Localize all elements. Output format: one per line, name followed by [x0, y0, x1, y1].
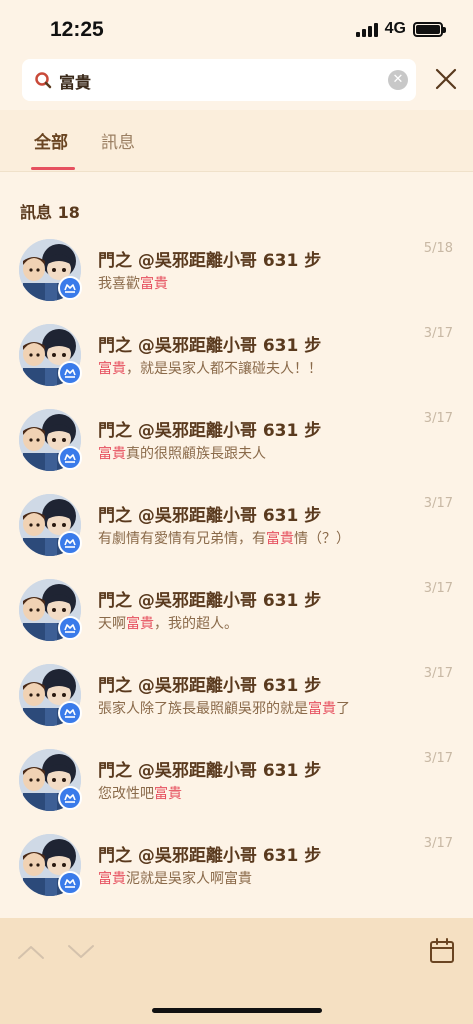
chevron-up-icon[interactable]	[16, 942, 46, 962]
badge-icon	[58, 786, 82, 810]
item-date: 5/18	[423, 241, 453, 256]
item-title: 門之 @吳邪距離小哥 631 步	[98, 761, 322, 781]
list-item[interactable]: 門之 @吳邪距離小哥 631 步 3/17 天啊富貴，我的超人。	[0, 568, 473, 653]
item-title: 門之 @吳邪距離小哥 631 步	[98, 676, 322, 696]
list-item[interactable]: 門之 @吳邪距離小哥 631 步 3/17 富貴，就是吳家人都不讓碰夫人！！	[0, 313, 473, 398]
item-date: 3/17	[423, 666, 453, 681]
item-title: 門之 @吳邪距離小哥 631 步	[98, 846, 322, 866]
item-title: 門之 @吳邪距離小哥 631 步	[98, 591, 322, 611]
snippet-highlight: 富貴	[98, 446, 126, 462]
item-snippet: 富貴泥就是吳家人啊富貴	[98, 868, 252, 888]
snippet-pre: 天啊	[98, 616, 126, 632]
snippet-highlight: 富貴	[98, 361, 126, 377]
status-time: 12:25	[50, 18, 104, 41]
badge-icon	[58, 531, 82, 555]
list-item[interactable]: 門之 @吳邪距離小哥 631 步 3/17 有劇情有愛情有兄弟情，有富貴情（？）	[0, 483, 473, 568]
item-date: 3/17	[423, 411, 453, 426]
battery-icon	[413, 21, 446, 37]
snippet-post: 真的很照顧族長跟夫人	[126, 446, 266, 462]
list-item[interactable]: 門之 @吳邪距離小哥 631 步 3/17 富貴泥就是吳家人啊富貴	[0, 823, 473, 908]
search-input[interactable]: 富貴 ✕	[22, 59, 416, 101]
tab-all[interactable]: 全部	[34, 128, 68, 153]
badge-icon	[58, 871, 82, 895]
snippet-post: 泥就是吳家人啊富貴	[126, 871, 252, 887]
snippet-pre: 您改性吧	[98, 786, 154, 802]
bottom-bar	[0, 918, 473, 1024]
item-title: 門之 @吳邪距離小哥 631 步	[98, 421, 322, 441]
calendar-icon[interactable]	[429, 938, 455, 964]
search-icon	[35, 72, 52, 89]
home-indicator	[152, 1008, 322, 1013]
snippet-post: ，就是吳家人都不讓碰夫人！！	[126, 361, 322, 377]
signal-icon	[355, 21, 378, 37]
badge-icon	[58, 446, 82, 470]
item-title: 門之 @吳邪距離小哥 631 步	[98, 506, 322, 526]
item-date: 3/17	[423, 496, 453, 511]
badge-icon	[58, 276, 82, 300]
snippet-pre: 有劇情有愛情有兄弟情，有	[98, 531, 266, 547]
item-title: 門之 @吳邪距離小哥 631 步	[98, 251, 322, 271]
badge-icon	[58, 616, 82, 640]
message-list: 門之 @吳邪距離小哥 631 步 5/18 我喜歡富貴 門之 @吳邪距離小哥 6…	[0, 228, 473, 908]
section-title: 訊息 18	[20, 203, 80, 222]
item-snippet: 您改性吧富貴	[98, 783, 182, 803]
item-snippet: 有劇情有愛情有兄弟情，有富貴情（？）	[98, 528, 350, 548]
snippet-pre: 我喜歡	[98, 276, 140, 292]
snippet-highlight: 富貴	[98, 871, 126, 887]
tab-bar: 全部 訊息	[0, 110, 473, 172]
item-snippet: 富貴，就是吳家人都不讓碰夫人！！	[98, 358, 322, 378]
list-item[interactable]: 門之 @吳邪距離小哥 631 步 3/17 富貴真的很照顧族長跟夫人	[0, 398, 473, 483]
snippet-highlight: 富貴	[140, 276, 168, 292]
list-item[interactable]: 門之 @吳邪距離小哥 631 步 3/17 您改性吧富貴	[0, 738, 473, 823]
snippet-post: 情（？）	[294, 531, 350, 547]
item-snippet: 天啊富貴，我的超人。	[98, 613, 238, 633]
chevron-down-icon[interactable]	[66, 942, 96, 962]
item-date: 3/17	[423, 751, 453, 766]
badge-icon	[58, 701, 82, 725]
list-item[interactable]: 門之 @吳邪距離小哥 631 步 3/17 張家人除了族長最照顧吳邪的就是富貴了	[0, 653, 473, 738]
badge-icon	[58, 361, 82, 385]
close-icon[interactable]	[433, 66, 459, 92]
status-indicators: 4G	[355, 20, 446, 38]
clear-search-button[interactable]: ✕	[388, 70, 408, 90]
snippet-highlight: 富貴	[154, 786, 182, 802]
snippet-highlight: 富貴	[126, 616, 154, 632]
item-date: 3/17	[423, 836, 453, 851]
item-date: 3/17	[423, 326, 453, 341]
search-value: 富貴	[59, 73, 92, 92]
snippet-post: ，我的超人。	[154, 616, 238, 632]
snippet-pre: 張家人除了族長最照顧吳邪的就是	[98, 701, 308, 717]
snippet-highlight: 富貴	[266, 531, 294, 547]
tab-messages[interactable]: 訊息	[101, 128, 135, 153]
item-title: 門之 @吳邪距離小哥 631 步	[98, 336, 322, 356]
tab-indicator	[31, 167, 75, 170]
snippet-highlight: 富貴	[308, 701, 336, 717]
list-item[interactable]: 門之 @吳邪距離小哥 631 步 5/18 我喜歡富貴	[0, 228, 473, 313]
status-bar: 12:25 4G	[0, 0, 473, 56]
network-label: 4G	[384, 20, 406, 37]
item-date: 3/17	[423, 581, 453, 596]
snippet-post: 了	[336, 701, 350, 717]
search-row: 富貴 ✕	[0, 56, 473, 110]
item-snippet: 我喜歡富貴	[98, 273, 168, 293]
item-snippet: 富貴真的很照顧族長跟夫人	[98, 443, 266, 463]
item-snippet: 張家人除了族長最照顧吳邪的就是富貴了	[98, 698, 350, 718]
